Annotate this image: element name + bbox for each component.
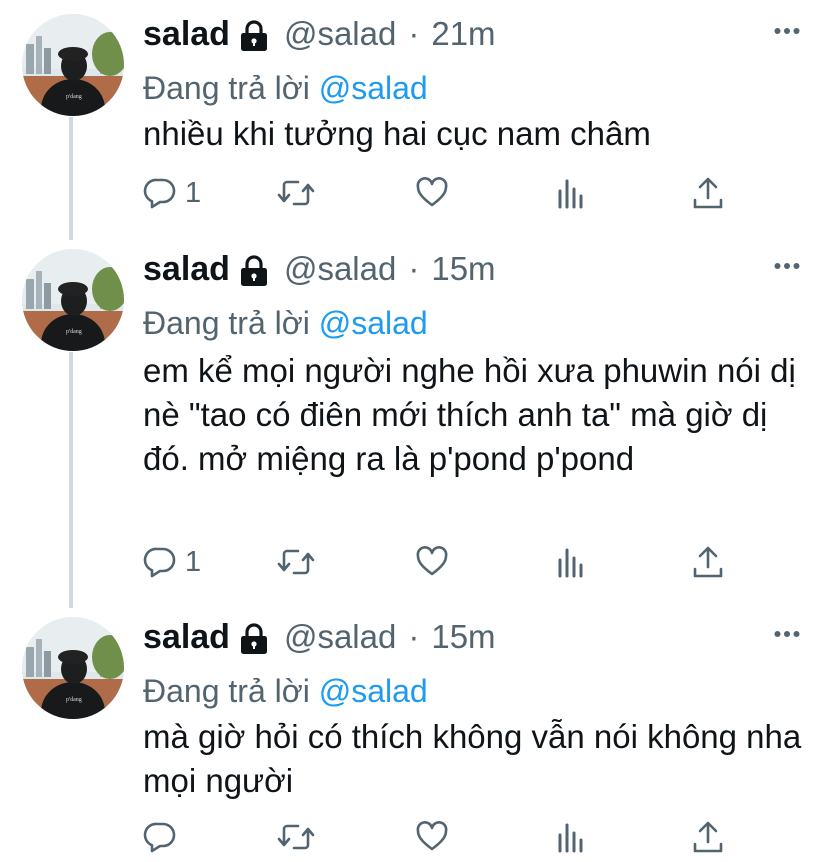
replying-to: Đang trả lời @salad — [143, 305, 428, 342]
replying-to: Đang trả lời @salad — [143, 673, 428, 710]
reply-icon — [143, 820, 177, 854]
svg-text:p'dang: p'dang — [66, 329, 82, 335]
reply-button[interactable]: 1 — [143, 545, 201, 579]
share-icon — [692, 545, 724, 579]
svg-text:p'dang: p'dang — [66, 697, 82, 703]
separator-dot: · — [408, 250, 420, 287]
retweet-icon — [276, 545, 316, 579]
username-handle[interactable]: @salad — [284, 15, 396, 53]
more-icon[interactable] — [774, 22, 800, 34]
retweet-icon — [276, 820, 316, 854]
retweet-button[interactable] — [276, 545, 316, 579]
tweet-header: salad @salad · 15m — [143, 617, 496, 657]
tweet-header: salad @salad · 15m — [143, 249, 496, 289]
svg-text:p'dang: p'dang — [66, 94, 82, 100]
reply-count: 1 — [185, 545, 202, 578]
share-button[interactable] — [692, 545, 724, 579]
lock-icon — [238, 254, 270, 288]
lock-icon — [238, 19, 270, 53]
like-button[interactable] — [415, 820, 449, 854]
analytics-icon — [556, 545, 586, 579]
username-handle[interactable]: @salad — [284, 250, 396, 288]
analytics-icon — [556, 176, 586, 210]
like-icon — [415, 176, 449, 210]
retweet-button[interactable] — [276, 176, 316, 210]
reply-button[interactable]: 1 — [143, 176, 201, 210]
replying-to-label: Đang trả lời — [143, 305, 310, 341]
timestamp[interactable]: 21m — [431, 15, 495, 53]
replying-to-mention[interactable]: @salad — [319, 673, 428, 709]
replying-to-mention[interactable]: @salad — [319, 70, 428, 106]
tweet-text: em kể mọi người nghe hồi xưa phuwin nói … — [143, 352, 796, 477]
display-name[interactable]: salad — [143, 618, 230, 657]
lock-icon — [238, 622, 270, 656]
tweet-actions — [143, 820, 743, 856]
analytics-button[interactable] — [556, 545, 586, 579]
like-icon — [415, 820, 449, 854]
more-icon[interactable] — [774, 625, 800, 637]
avatar-photo: p'dang — [22, 249, 124, 351]
username-handle[interactable]: @salad — [284, 618, 396, 656]
avatar[interactable]: p'dang — [22, 249, 124, 351]
retweet-icon — [276, 176, 316, 210]
replying-to: Đang trả lời @salad — [143, 70, 428, 107]
analytics-button[interactable] — [556, 820, 586, 854]
tweet-actions: 1 — [143, 176, 743, 212]
tweet[interactable]: p'dang salad @salad · 21m Đang trả lời @… — [0, 14, 828, 224]
separator-dot: · — [408, 618, 420, 655]
replying-to-mention[interactable]: @salad — [319, 305, 428, 341]
reply-count: 1 — [185, 176, 202, 209]
like-button[interactable] — [415, 545, 449, 579]
analytics-button[interactable] — [556, 176, 586, 210]
tweet-actions: 1 — [143, 545, 743, 581]
tweet[interactable]: p'dang salad @salad · 15m Đang trả lời @… — [0, 249, 828, 594]
like-button[interactable] — [415, 176, 449, 210]
share-icon — [692, 176, 724, 210]
tweet[interactable]: p'dang salad @salad · 15m Đang trả lời @… — [0, 617, 828, 862]
share-icon — [692, 820, 724, 854]
display-name[interactable]: salad — [143, 15, 230, 54]
share-button[interactable] — [692, 176, 724, 210]
avatar-photo: p'dang — [22, 617, 124, 719]
analytics-icon — [556, 820, 586, 854]
display-name[interactable]: salad — [143, 250, 230, 289]
replying-to-label: Đang trả lời — [143, 70, 310, 106]
avatar[interactable]: p'dang — [22, 14, 124, 116]
tweet-header: salad @salad · 21m — [143, 14, 496, 54]
reply-button[interactable] — [143, 820, 185, 854]
timestamp[interactable]: 15m — [431, 250, 495, 288]
reply-icon — [143, 176, 177, 210]
like-icon — [415, 545, 449, 579]
more-icon[interactable] — [774, 257, 800, 269]
separator-dot: · — [408, 15, 420, 52]
timestamp[interactable]: 15m — [431, 618, 495, 656]
reply-icon — [143, 545, 177, 579]
avatar[interactable]: p'dang — [22, 617, 124, 719]
retweet-button[interactable] — [276, 820, 316, 854]
avatar-photo: p'dang — [22, 14, 124, 116]
share-button[interactable] — [692, 820, 724, 854]
tweet-text: mà giờ hỏi có thích không vẫn nói không … — [143, 718, 802, 799]
replying-to-label: Đang trả lời — [143, 673, 310, 709]
tweet-text: nhiều khi tưởng hai cục nam châm — [143, 115, 651, 152]
